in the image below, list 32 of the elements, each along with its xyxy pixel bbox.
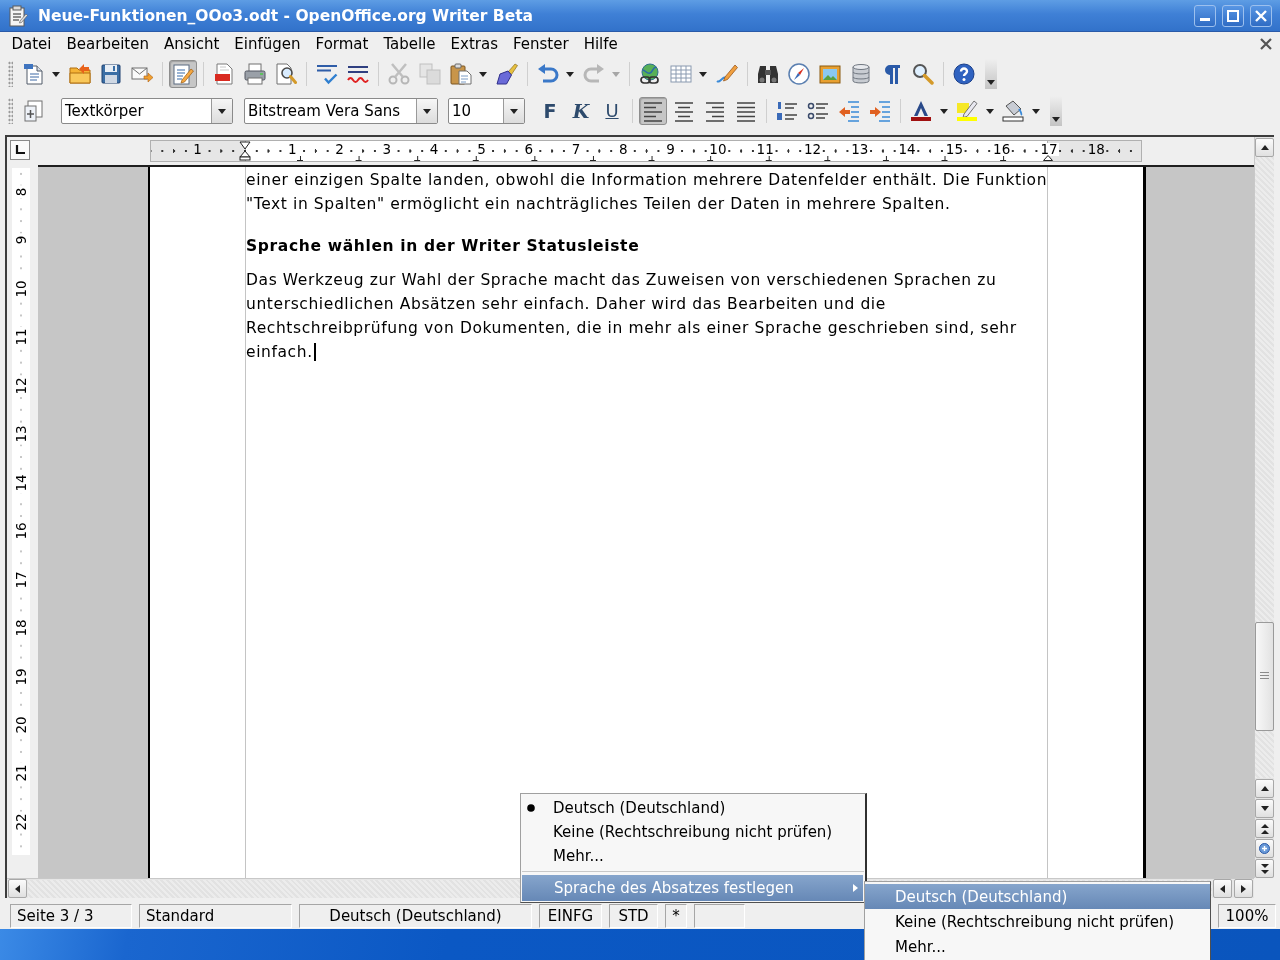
ruler-label: 16	[992, 143, 1012, 156]
ruler-label: 22	[14, 811, 28, 833]
ruler-label: 6	[523, 143, 534, 156]
ruler-label: 3	[381, 143, 393, 156]
ruler-label: 9	[14, 234, 28, 247]
window-title: Neue-Funktionen_OOo3.odt - OpenOffice.org Writer Beta	[38, 6, 534, 25]
status-field: STD	[609, 904, 658, 928]
ruler-label: 8	[618, 143, 629, 156]
ruler-label: 8	[14, 185, 28, 199]
ruler-label: 1	[286, 143, 298, 156]
status-field: Standard	[139, 904, 292, 928]
ruler-label: 13	[850, 143, 870, 156]
heading-text: Sprache wählen in der Writer Statusleiste	[246, 236, 641, 257]
status-field: EINFG	[539, 904, 602, 928]
ruler-label: 2	[334, 143, 345, 156]
ruler-label: 1	[192, 143, 203, 156]
ruler-label: 13	[14, 423, 28, 445]
paragraph-text: Das Werkzeug zur Wahl der Sprache macht das Zuweisen von verschiedenen Sprachen zu unterschiedlichen Absätzen sehr einfach. Daher wird das Bearbeiten und die Rechtschreibprüfung von Dokumenten, die in mehr als einer Sprache geschrieben sind, sehr einfach.	[246, 268, 1047, 364]
ruler-label: 9	[665, 143, 676, 156]
ruler-label: 14	[14, 472, 28, 494]
paragraph-text: einer einzigen Spalte landen, obwohl die Information mehrere Datenfelder enthält. Die Funktion "Text in Spalten" ermöglicht ein nachträgliches Teilen der Daten in mehrere Spalten.	[246, 170, 1047, 215]
ruler-label: 17	[14, 569, 28, 591]
ruler-label: 20	[14, 714, 28, 736]
ruler-label: 5	[476, 143, 487, 156]
ruler-label: 10	[708, 143, 728, 156]
ruler-label: 16	[14, 520, 28, 542]
status-field: Seite 3 / 3	[10, 904, 132, 928]
status-field: *	[665, 904, 687, 928]
ruler-label: 18	[1086, 143, 1106, 156]
ruler-label: 4	[428, 143, 440, 156]
status-field: Deutsch (Deutschland)	[299, 904, 532, 928]
ruler-label: 7	[570, 143, 582, 156]
